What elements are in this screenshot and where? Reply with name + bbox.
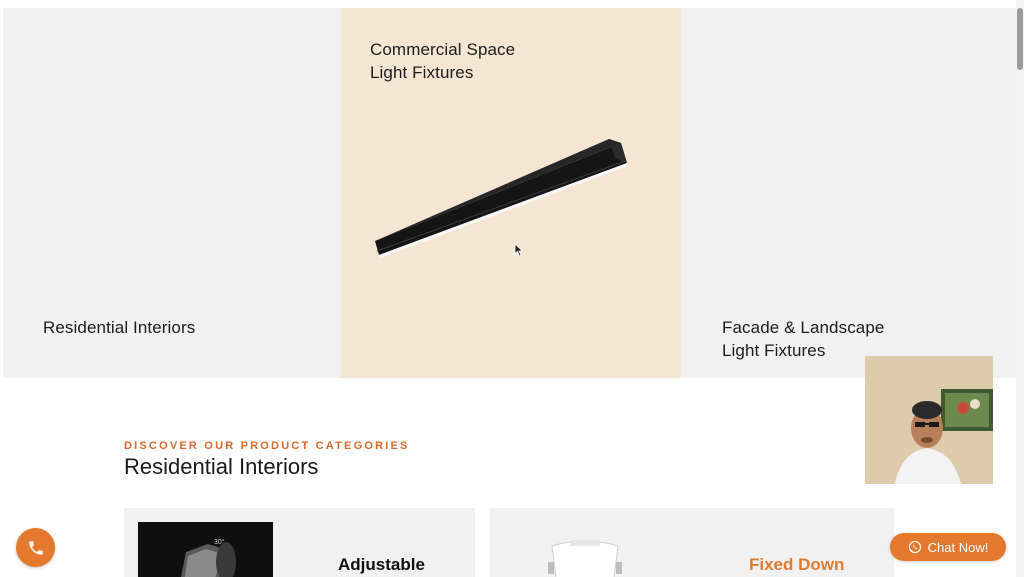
panel-label-line: Light Fixtures: [722, 341, 826, 360]
section-title: Residential Interiors: [124, 454, 319, 479]
card-title: Fixed Down: [749, 555, 845, 574]
page-scrollbar[interactable]: [1016, 0, 1024, 577]
presenter-video-overlay[interactable]: [865, 356, 993, 484]
panel-label-line: Light Fixtures: [370, 63, 474, 82]
chat-now-label: Chat Now!: [927, 539, 989, 555]
linear-light-fixture-image: [375, 139, 627, 258]
call-button[interactable]: [16, 528, 55, 567]
downlight-graphic: [181, 542, 236, 577]
chat-now-button[interactable]: Chat Now!: [890, 533, 1006, 561]
presenter-video-frame: [865, 356, 993, 484]
section-eyebrow: DISCOVER OUR PRODUCT CATEGORIES: [124, 440, 410, 452]
product-card-adjustable[interactable]: 30° Adjustable: [124, 508, 475, 577]
panel-label-line: Commercial Space: [370, 40, 516, 59]
panel-label-line: Residential Interiors: [43, 318, 196, 337]
phone-icon: [28, 540, 43, 555]
angle-label: 30°: [214, 539, 225, 546]
card-title: Adjustable: [338, 555, 425, 574]
hero-categories: Residential Interiors Commercial Space L…: [0, 8, 1016, 378]
product-card-fixed-down[interactable]: Fixed Down: [490, 508, 894, 577]
panel-label: Facade & Landscape Light Fixtures: [722, 316, 884, 362]
fixed-downlight-image: [548, 540, 622, 577]
panel-label-line: Facade & Landscape: [722, 318, 885, 337]
category-panel-facade[interactable]: Facade & Landscape Light Fixtures: [681, 8, 1016, 378]
scrollbar-thumb[interactable]: [1017, 8, 1023, 70]
adjustable-downlight-image: 30°: [138, 522, 273, 577]
whatsapp-icon: [908, 540, 921, 554]
mouse-cursor-icon: [514, 243, 524, 257]
panel-label: Residential Interiors: [43, 316, 195, 339]
panel-label: Commercial Space Light Fixtures: [370, 38, 515, 84]
top-bar: [0, 0, 1024, 8]
category-panel-residential[interactable]: Residential Interiors: [3, 8, 341, 378]
category-panel-commercial[interactable]: Commercial Space Light Fixtures: [341, 8, 681, 378]
